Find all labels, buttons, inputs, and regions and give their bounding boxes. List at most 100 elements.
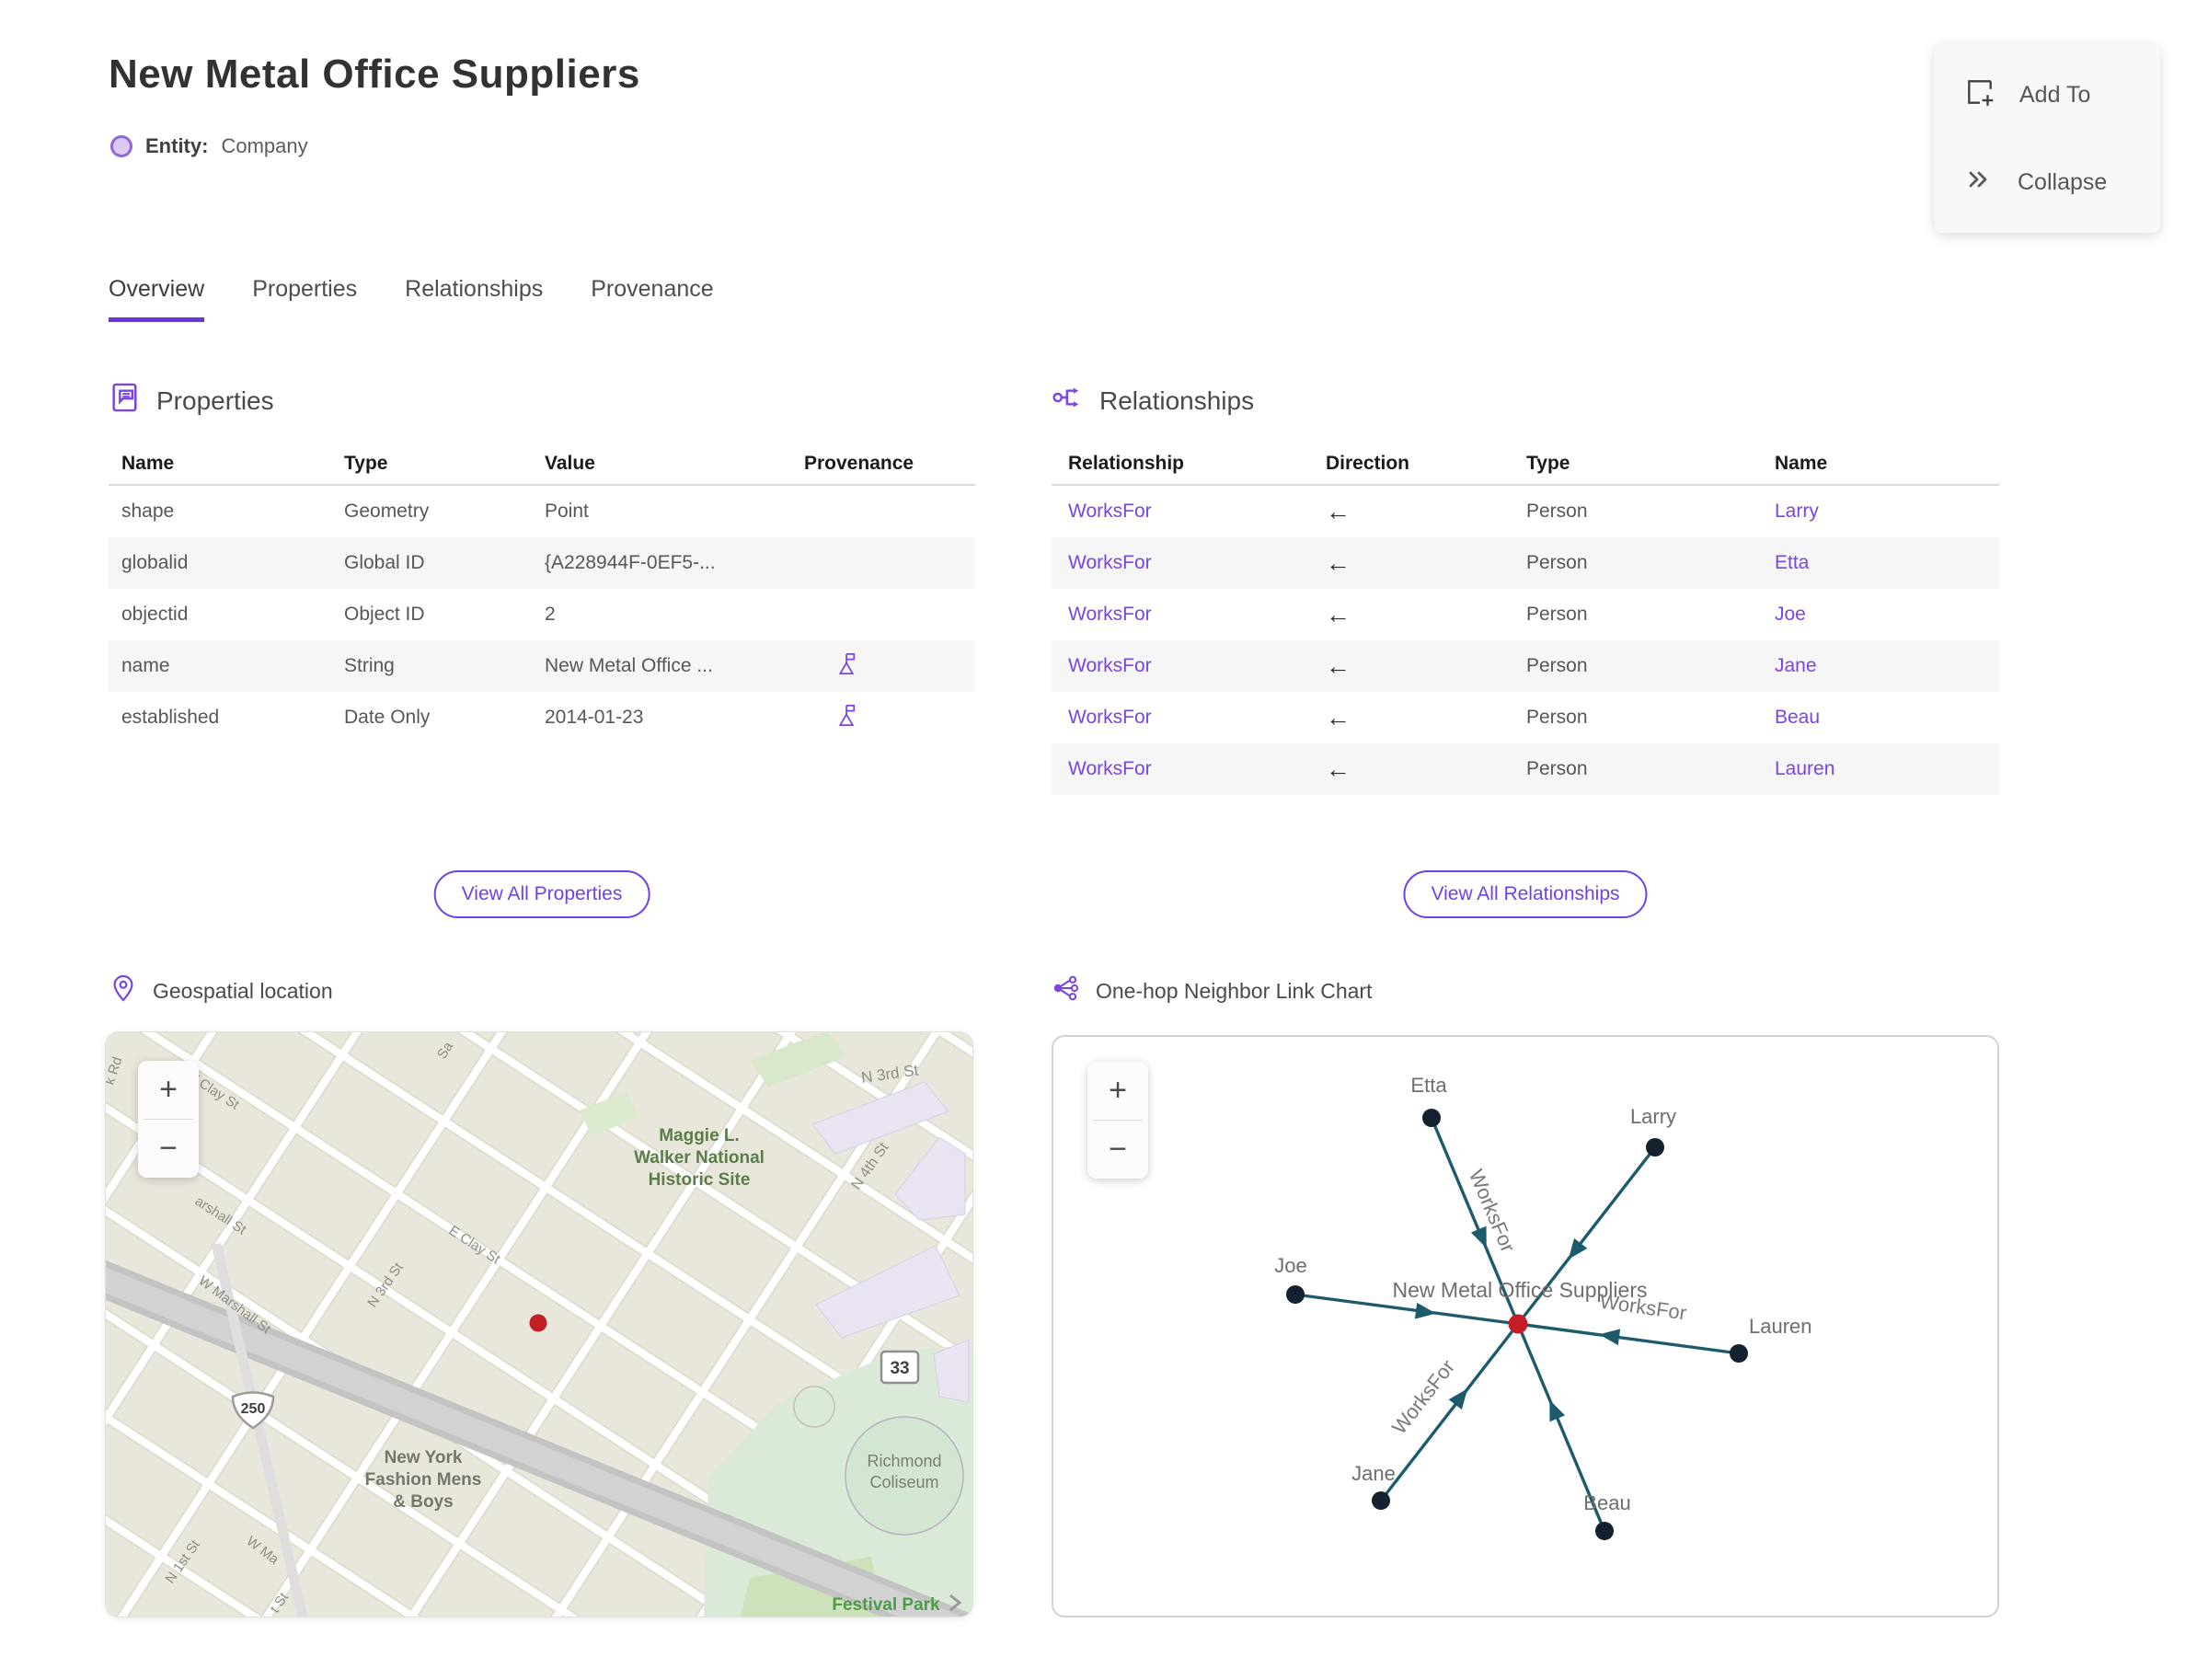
link-chart-edge-labels: WorksFor WorksFor WorksFor	[1387, 1166, 1688, 1438]
tab-provenance[interactable]: Provenance	[591, 276, 713, 322]
relationships-table: Relationship Direction Type Name WorksFo…	[1052, 443, 1999, 795]
node-center-entity[interactable]	[1508, 1314, 1528, 1334]
table-row: WorksFor ← Person Lauren	[1052, 743, 1999, 795]
direction-arrow: ←	[1326, 548, 1351, 577]
table-row: name String New Metal Office ...	[109, 640, 975, 692]
provenance-flag-icon[interactable]	[804, 703, 975, 733]
entity-link[interactable]: Jane	[1775, 655, 1999, 677]
table-row: shape Geometry Point	[121, 501, 589, 522]
entity-link[interactable]: Lauren	[1775, 758, 1999, 780]
edge-label-worksfor: WorksFor	[1598, 1290, 1687, 1325]
relationships-heading-label: Relationships	[1099, 385, 1255, 415]
svg-text:250: 250	[241, 1401, 266, 1417]
view-all-properties-button[interactable]: View All Properties	[433, 870, 650, 918]
map-zoom-in-button[interactable]: +	[138, 1061, 199, 1119]
properties-table-body: shape Geometry Point globalid Global ID …	[109, 486, 975, 743]
svg-text:Historic Site: Historic Site	[649, 1170, 751, 1190]
provenance-flag-icon[interactable]	[804, 651, 975, 682]
svg-text:& Boys: & Boys	[393, 1492, 453, 1512]
col-direction: Direction	[1326, 453, 1410, 474]
link-chart-node-labels: Etta Larry Joe Lauren Jane Beau New Meta…	[1274, 1074, 1811, 1514]
view-all-relationships-button[interactable]: View All Relationships	[1403, 870, 1648, 918]
entity-location-marker[interactable]	[529, 1314, 547, 1332]
geospatial-section-heading: Geospatial location	[109, 973, 333, 1008]
relationship-link[interactable]: WorksFor	[1068, 501, 1326, 523]
relationships-icon	[1052, 381, 1085, 420]
relationship-link[interactable]: WorksFor	[1068, 655, 1326, 677]
entity-link[interactable]: Etta	[1775, 552, 1999, 574]
entity-link[interactable]: Joe	[1775, 604, 1999, 626]
node-label-joe: Joe	[1274, 1254, 1306, 1277]
properties-icon	[109, 381, 142, 420]
relationships-table-header: Relationship Direction Type Name	[1052, 443, 1999, 486]
node-lauren	[1730, 1344, 1748, 1363]
actions-panel: Add To Collapse	[1935, 44, 2160, 233]
svg-text:New York: New York	[385, 1448, 463, 1467]
map-zoom-out-button[interactable]: −	[138, 1120, 199, 1178]
node-label-beau: Beau	[1583, 1491, 1630, 1514]
node-label-etta: Etta	[1410, 1074, 1447, 1097]
table-row: WorksFor ← Person Larry	[1052, 486, 1999, 537]
add-to-icon	[1964, 76, 1995, 114]
link-chart-icon	[1052, 973, 1081, 1008]
properties-section-heading: Properties	[109, 381, 274, 420]
direction-arrow: ←	[1326, 651, 1351, 680]
node-label-larry: Larry	[1630, 1105, 1676, 1128]
svg-text:Coliseum: Coliseum	[869, 1473, 938, 1491]
chart-zoom-in-button[interactable]: +	[1087, 1062, 1148, 1120]
chart-zoom-out-button[interactable]: −	[1087, 1121, 1148, 1179]
node-label-lauren: Lauren	[1749, 1315, 1812, 1338]
direction-arrow: ←	[1326, 497, 1351, 525]
route-shield-33: 33	[880, 1350, 920, 1385]
properties-table-header: Name Type Value Provenance	[109, 443, 975, 486]
entity-type-value: Company	[221, 134, 308, 157]
node-etta	[1422, 1109, 1441, 1127]
relationships-section-heading: Relationships	[1052, 381, 1254, 420]
table-row: WorksFor ← Person Beau	[1052, 692, 1999, 743]
collapse-label: Collapse	[2018, 168, 2108, 195]
relationship-link[interactable]: WorksFor	[1068, 707, 1326, 729]
entity-type-icon	[110, 135, 132, 157]
col-type: Type	[1526, 453, 1570, 474]
svg-text:Richmond: Richmond	[867, 1452, 941, 1470]
page-title: New Metal Office Suppliers	[109, 52, 640, 97]
chart-zoom-control: + −	[1087, 1062, 1148, 1179]
svg-text:Fashion Mens: Fashion Mens	[365, 1470, 482, 1490]
col-relationship: Relationship	[1068, 453, 1185, 474]
table-row: WorksFor ← Person Jane	[1052, 640, 1999, 692]
svg-text:33: 33	[890, 1359, 909, 1378]
tab-relationships[interactable]: Relationships	[405, 276, 543, 322]
map-canvas: W Clay St arshall St W Marshall St E Cla…	[106, 1032, 972, 1617]
collapse-button[interactable]: Collapse	[1935, 165, 2160, 201]
geospatial-map[interactable]: W Clay St arshall St W Marshall St E Cla…	[106, 1032, 972, 1617]
relationship-link[interactable]: WorksFor	[1068, 758, 1326, 780]
relationship-link[interactable]: WorksFor	[1068, 552, 1326, 574]
one-hop-link-chart[interactable]: Etta Larry Joe Lauren Jane Beau New Meta…	[1052, 1035, 1999, 1617]
relationship-link[interactable]: WorksFor	[1068, 604, 1326, 626]
tab-properties[interactable]: Properties	[252, 276, 357, 322]
node-jane	[1372, 1491, 1390, 1510]
col-name: Name	[121, 453, 175, 474]
entity-label: Entity:	[145, 134, 209, 157]
entity-link[interactable]: Larry	[1775, 501, 1999, 523]
relationships-table-body: WorksFor ← Person Larry WorksFor ← Perso…	[1052, 486, 1999, 795]
node-beau	[1595, 1522, 1614, 1540]
direction-arrow: ←	[1326, 754, 1351, 783]
tab-bar: Overview Properties Relationships Proven…	[109, 276, 714, 322]
col-provenance: Provenance	[804, 453, 914, 474]
svg-text:Maggie L.: Maggie L.	[659, 1126, 740, 1145]
link-chart-canvas: Etta Larry Joe Lauren Jane Beau New Meta…	[1274, 1074, 1812, 1540]
properties-table: Name Type Value Provenance shape Geometr…	[109, 443, 975, 743]
entity-link[interactable]: Beau	[1775, 707, 1999, 729]
svg-text:Walker National: Walker National	[634, 1148, 765, 1168]
table-row: globalid Global ID {A228944F-0EF5-...	[109, 537, 975, 589]
edge-label-worksfor: WorksFor	[1387, 1355, 1459, 1438]
tab-overview[interactable]: Overview	[109, 276, 205, 322]
linkchart-section-heading: One-hop Neighbor Link Chart	[1052, 973, 1372, 1008]
collapse-icon	[1964, 165, 1994, 201]
add-to-button[interactable]: Add To	[1935, 76, 2160, 114]
node-larry	[1646, 1138, 1664, 1156]
properties-heading-label: Properties	[156, 385, 274, 415]
direction-arrow: ←	[1326, 703, 1351, 731]
table-row: WorksFor ← Person Joe	[1052, 589, 1999, 640]
